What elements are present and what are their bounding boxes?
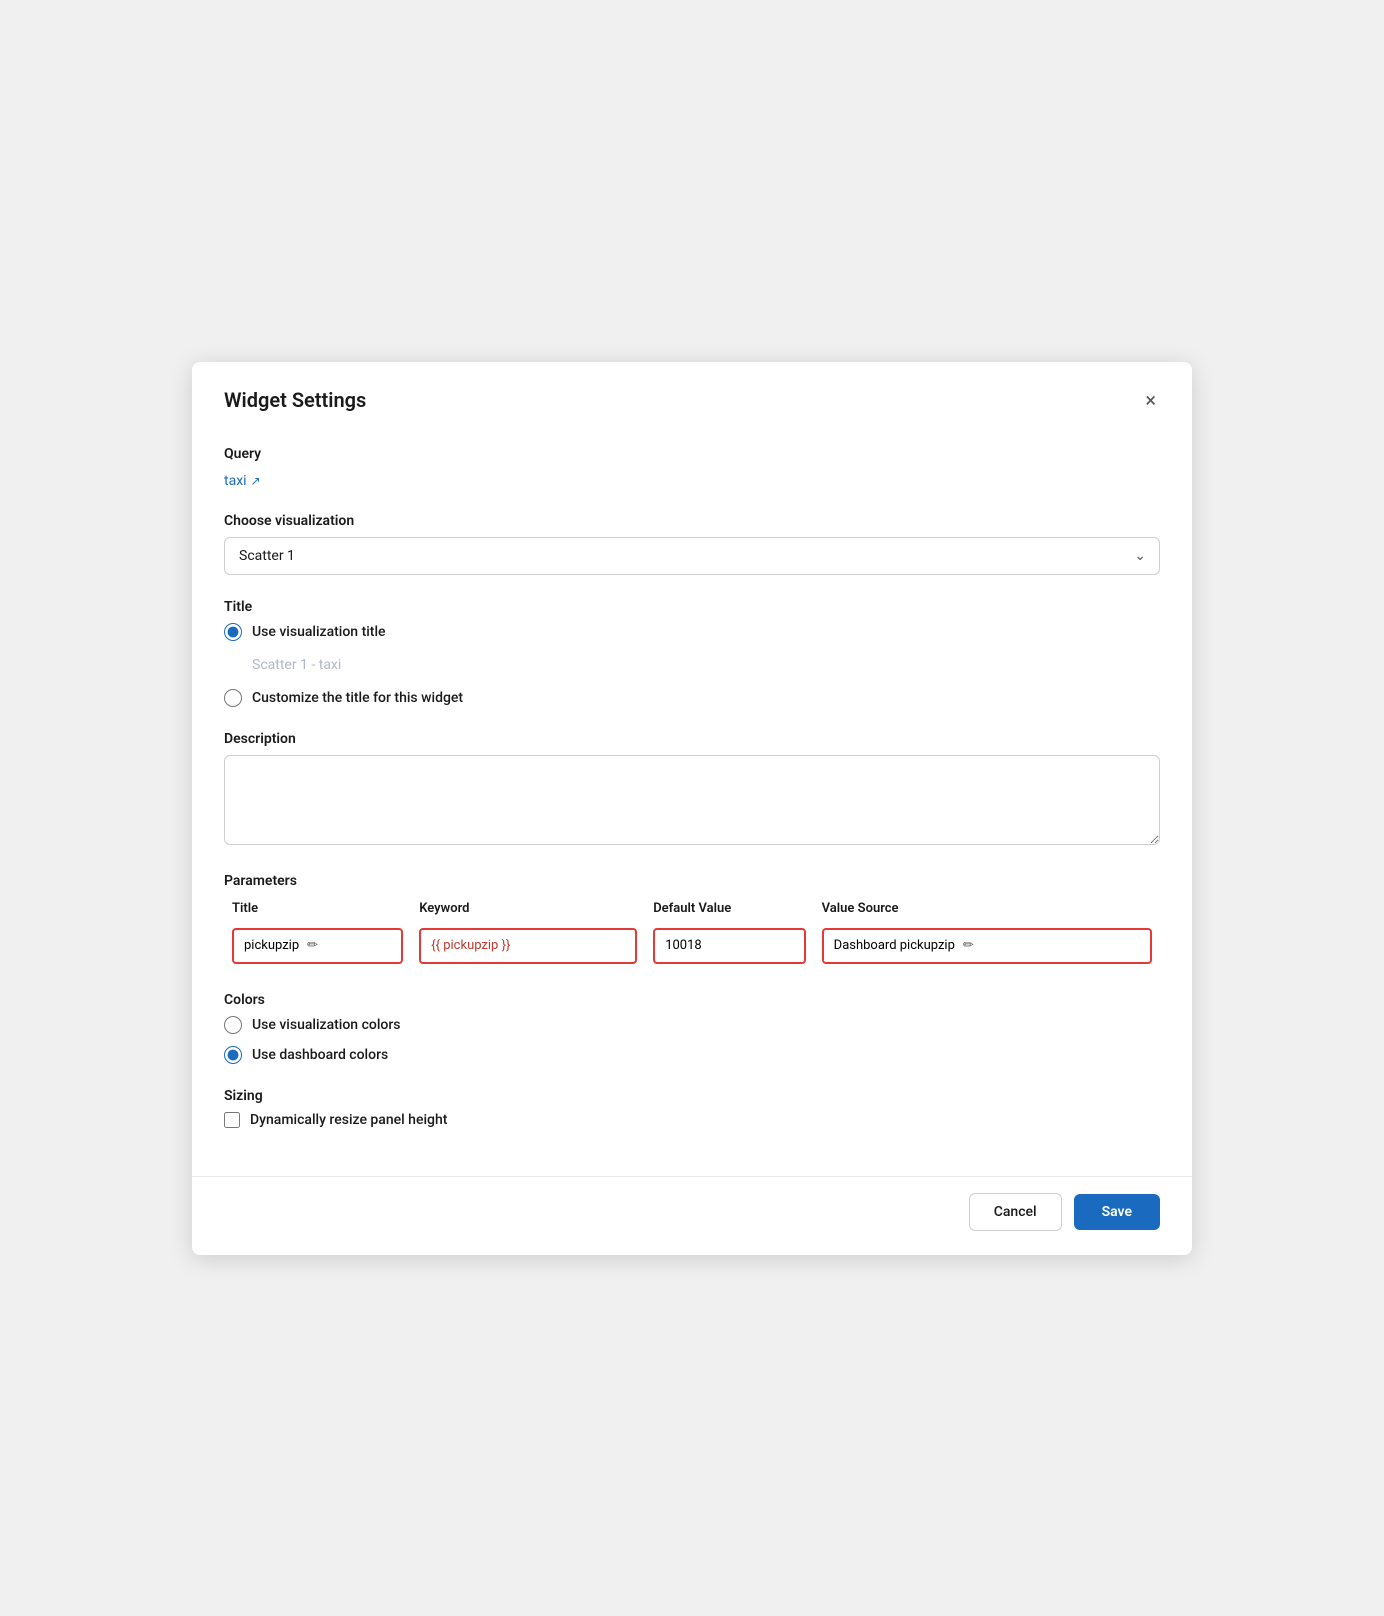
modal-title: Widget Settings <box>224 388 366 412</box>
visualization-select-wrapper: Scatter 1 Bar 1 Line 1 Table 1 ⌄ <box>224 537 1160 575</box>
visualization-select[interactable]: Scatter 1 Bar 1 Line 1 Table 1 <box>224 537 1160 575</box>
widget-settings-modal: Widget Settings × Query taxi ↗ Choose vi… <box>192 362 1192 1255</box>
description-label: Description <box>224 731 1160 747</box>
sizing-section: Sizing Dynamically resize panel height <box>224 1088 1160 1128</box>
cancel-button[interactable]: Cancel <box>969 1193 1062 1231</box>
title-section: Title Use visualization title Scatter 1 … <box>224 599 1160 707</box>
description-section: Description <box>224 731 1160 849</box>
modal-footer: Cancel Save <box>192 1176 1192 1255</box>
param-source-cell: Dashboard pickupzip ✏ <box>814 924 1160 968</box>
col-header-default: Default Value <box>645 897 813 924</box>
params-header-row: Title Keyword Default Value Value Source <box>224 897 1160 924</box>
param-title-value-wrapper: pickupzip ✏ <box>232 928 403 964</box>
param-keyword-cell: {{ pickupzip }} <box>411 924 645 968</box>
col-header-keyword: Keyword <box>411 897 645 924</box>
param-default-value: 10018 <box>665 938 702 953</box>
parameters-label: Parameters <box>224 873 1160 889</box>
param-title-cell: pickupzip ✏ <box>224 924 411 968</box>
use-viz-colors-option[interactable]: Use visualization colors <box>224 1016 1160 1034</box>
use-viz-title-radio[interactable] <box>224 623 242 641</box>
col-header-title: Title <box>224 897 411 924</box>
modal-header: Widget Settings × <box>192 362 1192 430</box>
external-link-icon: ↗ <box>251 474 261 488</box>
title-placeholder-text: Scatter 1 - taxi <box>252 657 1160 673</box>
dynamic-resize-option[interactable]: Dynamically resize panel height <box>224 1112 1160 1128</box>
use-viz-title-label: Use visualization title <box>252 624 386 640</box>
use-dashboard-colors-label: Use dashboard colors <box>252 1047 388 1063</box>
param-default-cell: 10018 <box>645 924 813 968</box>
title-radio-group: Use visualization title Scatter 1 - taxi… <box>224 623 1160 707</box>
close-button[interactable]: × <box>1141 386 1160 414</box>
dynamic-resize-checkbox[interactable] <box>224 1112 240 1128</box>
parameters-table: Title Keyword Default Value Value Source… <box>224 897 1160 968</box>
colors-radio-group: Use visualization colors Use dashboard c… <box>224 1016 1160 1064</box>
param-default-value-wrapper: 10018 <box>653 928 805 964</box>
modal-body: Query taxi ↗ Choose visualization Scatte… <box>192 430 1192 1176</box>
param-source-value: Dashboard pickupzip <box>834 938 955 953</box>
param-source-edit-icon[interactable]: ✏ <box>963 938 974 953</box>
sizing-label: Sizing <box>224 1088 1160 1104</box>
table-row: pickupzip ✏ {{ pickupzip }} 10018 <box>224 924 1160 968</box>
param-source-value-wrapper: Dashboard pickupzip ✏ <box>822 928 1152 964</box>
param-title-value: pickupzip <box>244 938 299 953</box>
col-header-source: Value Source <box>814 897 1160 924</box>
param-keyword-value-wrapper: {{ pickupzip }} <box>419 928 637 964</box>
use-dashboard-colors-option[interactable]: Use dashboard colors <box>224 1046 1160 1064</box>
query-link-text: taxi <box>224 473 247 489</box>
use-dashboard-colors-radio[interactable] <box>224 1046 242 1064</box>
use-viz-title-option[interactable]: Use visualization title <box>224 623 1160 641</box>
title-label: Title <box>224 599 1160 615</box>
visualization-label: Choose visualization <box>224 513 1160 529</box>
save-button[interactable]: Save <box>1074 1194 1160 1230</box>
colors-section: Colors Use visualization colors Use dash… <box>224 992 1160 1064</box>
parameters-section: Parameters Title Keyword Default Value V… <box>224 873 1160 968</box>
dynamic-resize-label: Dynamically resize panel height <box>250 1112 447 1128</box>
param-keyword-value: {{ pickupzip }} <box>431 938 510 953</box>
customize-title-option[interactable]: Customize the title for this widget <box>224 689 1160 707</box>
param-title-edit-icon[interactable]: ✏ <box>307 938 318 953</box>
use-viz-colors-label: Use visualization colors <box>252 1017 400 1033</box>
query-section: Query taxi ↗ <box>224 446 1160 489</box>
description-textarea[interactable] <box>224 755 1160 845</box>
use-viz-colors-radio[interactable] <box>224 1016 242 1034</box>
visualization-section: Choose visualization Scatter 1 Bar 1 Lin… <box>224 513 1160 575</box>
query-link[interactable]: taxi ↗ <box>224 473 261 489</box>
colors-label: Colors <box>224 992 1160 1008</box>
customize-title-radio[interactable] <box>224 689 242 707</box>
customize-title-label: Customize the title for this widget <box>252 690 463 706</box>
query-label: Query <box>224 446 1160 462</box>
